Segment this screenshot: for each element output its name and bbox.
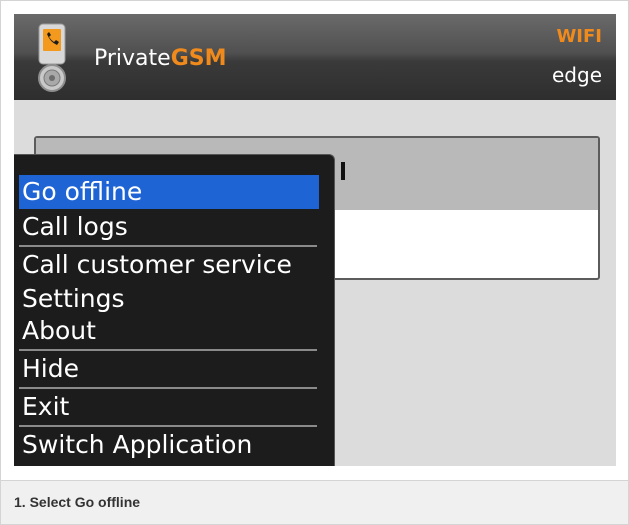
- app-header: PrivateGSM WIFI edge: [14, 14, 616, 100]
- app-title-plain: Private: [94, 46, 171, 71]
- menu-item-exit[interactable]: Exit: [19, 390, 319, 424]
- menu-separator: [19, 425, 317, 427]
- menu-separator: [19, 349, 317, 351]
- menu-separator: [19, 387, 317, 389]
- context-menu: Go offline Call logs Call customer servi…: [14, 154, 335, 466]
- text-cursor-mark: [341, 162, 345, 180]
- menu-item-about[interactable]: About: [19, 314, 319, 348]
- menu-item-call-logs[interactable]: Call logs: [19, 210, 319, 244]
- device-screen: PrivateGSM WIFI edge Go offline Call log…: [14, 14, 616, 466]
- caption-bar: 1. Select Go offline: [1, 481, 628, 524]
- app-title-accent: GSM: [170, 46, 227, 71]
- menu-item-call-customer-service[interactable]: Call customer service: [19, 248, 319, 282]
- menu-separator: [19, 245, 317, 247]
- menu-item-go-offline[interactable]: Go offline: [19, 175, 319, 209]
- menu-item-settings[interactable]: Settings: [19, 282, 319, 316]
- phone-lock-icon: [38, 23, 66, 92]
- network-type-indicator: edge: [552, 63, 602, 87]
- menu-item-hide[interactable]: Hide: [19, 352, 319, 386]
- caption-text: 1. Select Go offline: [14, 494, 141, 510]
- wifi-indicator: WIFI: [556, 26, 602, 47]
- screenshot-frame: PrivateGSM WIFI edge Go offline Call log…: [0, 0, 629, 525]
- app-title: PrivateGSM: [94, 46, 227, 71]
- menu-item-switch-application[interactable]: Switch Application: [19, 428, 319, 462]
